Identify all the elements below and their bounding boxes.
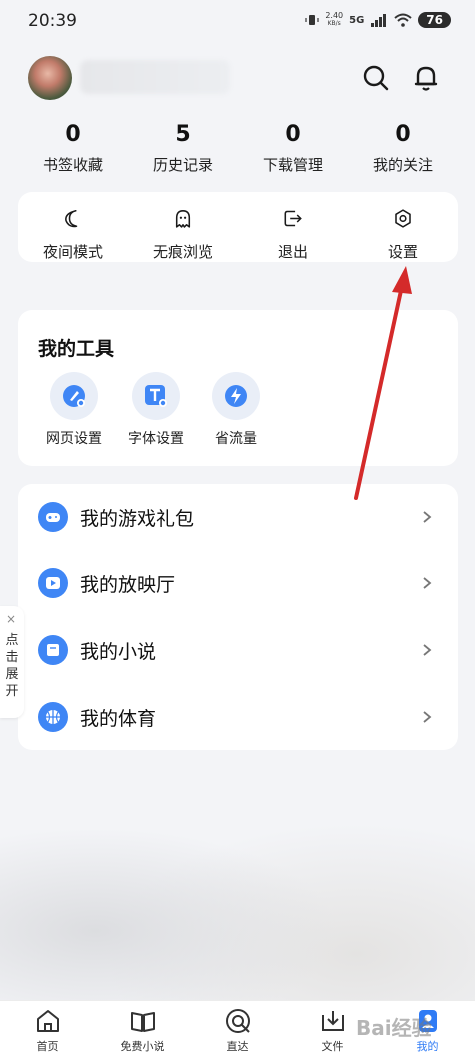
nav-direct[interactable]: 直达: [190, 1001, 285, 1057]
stat-label: 历史记录: [152, 156, 213, 174]
game-gift-icon: [38, 502, 68, 532]
close-icon[interactable]: ×: [6, 612, 16, 626]
night-mode-button[interactable]: 夜间模式: [18, 192, 128, 262]
logout-button[interactable]: 退出: [238, 192, 348, 262]
nav-label: 首页: [36, 1040, 59, 1053]
list-label: 我的体育: [80, 707, 157, 730]
network-type: 5G: [349, 14, 365, 26]
tool-web-settings[interactable]: 网页设置: [34, 372, 114, 448]
ghost-icon: [175, 210, 191, 228]
home-icon: [36, 1010, 59, 1032]
web-settings-icon: [50, 372, 98, 420]
stats-row: 0 书签收藏 5 历史记录 0 下载管理 0 我的关注: [18, 122, 458, 175]
speed-unit: KB/s: [327, 20, 341, 27]
quick-label: 无痕浏览: [152, 243, 213, 261]
list-item-sports[interactable]: 我的体育: [18, 684, 458, 750]
download-folder-icon: [321, 1011, 344, 1031]
incognito-button[interactable]: 无痕浏览: [128, 192, 238, 262]
blurred-background: [0, 770, 475, 1000]
list-item-theater[interactable]: 我的放映厅: [18, 550, 458, 616]
data-saver-icon: [212, 372, 260, 420]
speed-value: 2.40: [325, 11, 344, 20]
gear-icon: [395, 209, 411, 228]
battery-level: 76: [418, 12, 451, 28]
wifi-icon: [394, 13, 412, 27]
settings-button[interactable]: 设置: [348, 192, 458, 262]
tool-data-saver[interactable]: 省流量: [196, 372, 276, 448]
nav-free-novels[interactable]: 免费小说: [95, 1001, 190, 1057]
list-label: 我的放映厅: [80, 573, 176, 596]
stat-bookmarks[interactable]: 0 书签收藏: [18, 122, 128, 175]
chevron-right-icon: [423, 644, 432, 656]
direct-icon: [225, 1009, 250, 1033]
tool-label: 网页设置: [46, 431, 102, 447]
list-label: 我的游戏礼包: [80, 507, 195, 530]
red-arrow-annotation: [354, 266, 412, 500]
book-icon: [38, 635, 68, 665]
username-blurred[interactable]: [80, 60, 230, 94]
vibrate-icon: [305, 15, 319, 25]
chevron-right-icon: [423, 511, 432, 523]
stat-value: 5: [175, 122, 191, 147]
stat-value: 0: [395, 122, 411, 147]
stat-value: 0: [65, 122, 81, 147]
quick-actions-card: 夜间模式 无痕浏览 退出 设置: [18, 192, 458, 262]
signal-icon: [371, 14, 387, 27]
features-list-card: 我的游戏礼包 我的放映厅 我的小说 我的体育: [18, 484, 458, 750]
logout-icon: [284, 210, 302, 227]
moon-icon: [65, 210, 78, 228]
network-speed: 2.40 KB/s: [325, 12, 343, 28]
tool-label: 字体设置: [128, 431, 184, 447]
status-bar: 20:39 2.40 KB/s 5G 76: [0, 0, 475, 42]
chevron-right-icon: [423, 577, 432, 589]
tool-label: 省流量: [215, 431, 257, 447]
stat-following[interactable]: 0 我的关注: [348, 122, 458, 175]
stat-value: 0: [285, 122, 301, 147]
quick-label: 设置: [387, 243, 418, 261]
list-item-novels[interactable]: 我的小说: [18, 617, 458, 683]
baidu-watermark: Bai经验: [356, 1016, 432, 1040]
basketball-icon: [38, 702, 68, 732]
nav-home[interactable]: 首页: [0, 1001, 95, 1057]
nav-label: 文件: [321, 1040, 344, 1053]
nav-label: 免费小说: [120, 1040, 165, 1053]
quick-label: 夜间模式: [42, 243, 103, 261]
stat-label: 我的关注: [372, 156, 433, 174]
open-book-icon: [130, 1012, 155, 1032]
stat-downloads[interactable]: 0 下载管理: [238, 122, 348, 175]
status-icons: 2.40 KB/s 5G 76: [305, 12, 451, 28]
font-settings-icon: [132, 372, 180, 420]
stat-history[interactable]: 5 历史记录: [128, 122, 238, 175]
tools-title: 我的工具: [38, 338, 115, 360]
play-icon: [38, 568, 68, 598]
avatar[interactable]: [28, 56, 72, 100]
tool-font-settings[interactable]: 字体设置: [116, 372, 196, 448]
bell-icon[interactable]: [410, 62, 442, 94]
expand-side-tab[interactable]: × 点击展开: [0, 606, 24, 718]
stat-label: 书签收藏: [42, 156, 103, 174]
status-time: 20:39: [28, 11, 77, 31]
nav-label: 直达: [226, 1040, 249, 1053]
list-label: 我的小说: [80, 640, 157, 663]
quick-label: 退出: [277, 243, 308, 261]
search-icon[interactable]: [360, 62, 392, 94]
chevron-right-icon: [423, 711, 432, 723]
stat-label: 下载管理: [262, 156, 323, 174]
side-tab-text: 点击展开: [5, 633, 19, 699]
